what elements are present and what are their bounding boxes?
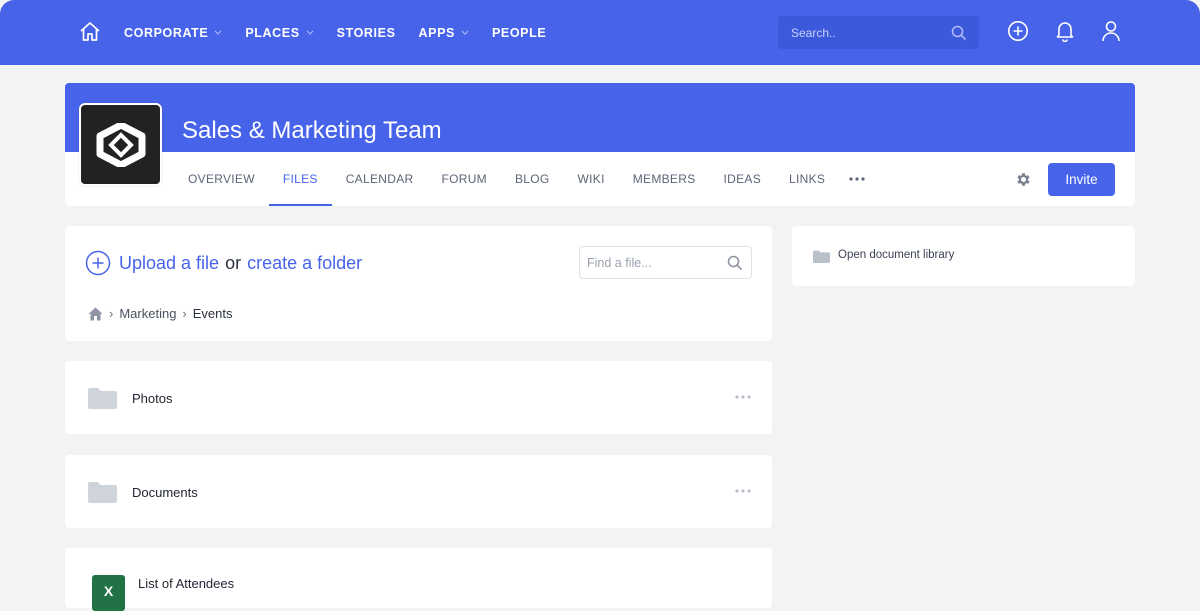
tab-label: OVERVIEW [188,172,255,186]
search-icon[interactable] [727,255,743,271]
excel-file-icon: X [92,575,125,611]
tab-label: WIKI [577,172,605,186]
or-text: or [225,252,242,273]
team-logo[interactable] [79,103,162,186]
tab-blog[interactable]: BLOG [501,152,564,206]
tab-wiki[interactable]: WIKI [564,152,619,206]
library-link-label[interactable]: Open document library [838,249,954,261]
chevron-down-icon [461,30,469,35]
tab-label: FILES [282,172,318,186]
bell-icon[interactable] [1055,20,1075,42]
tab-members[interactable]: MEMBERS [619,152,710,206]
more-horizontal-icon[interactable] [731,391,755,403]
tab-forum[interactable]: FORUM [427,152,501,206]
more-horizontal-icon[interactable] [731,485,755,497]
add-circle-icon[interactable] [85,250,111,276]
more-horizontal-icon [849,177,865,181]
tab-calendar[interactable]: CALENDAR [332,152,428,206]
menu-item-apps[interactable]: APPS [419,26,469,40]
logo-icon [96,122,145,167]
tab-files[interactable]: FILES [268,152,332,206]
upload-actions: Upload a file or create a folder [85,250,362,276]
menu-item-label: PLACES [245,25,300,40]
folder-icon [88,387,117,409]
breadcrumb-separator: › [182,306,187,321]
folder-icon [88,481,117,503]
menu-item-label: STORIES [336,25,396,40]
team-title: Sales & Marketing Team [182,117,442,144]
tab-label: CALENDAR [345,172,414,186]
file-name[interactable]: List of Attendees [138,576,234,591]
tab-ideas[interactable]: IDEAS [710,152,776,206]
create-folder-link[interactable]: create a folder [247,253,362,274]
tab-label: LINKS [789,172,826,186]
global-search [778,16,979,49]
menu-item-places[interactable]: PLACES [245,25,314,40]
menu-item-label: CORPORATE [124,25,209,40]
search-icon[interactable] [951,25,967,41]
chevron-down-icon [306,30,314,35]
tabs-more-button[interactable] [839,152,875,206]
breadcrumb-marketing[interactable]: Marketing [119,306,176,321]
open-document-library[interactable]: Open document library [792,226,1135,286]
chevron-down-icon [214,30,222,35]
find-file-input[interactable] [587,255,727,270]
tab-label: FORUM [441,172,487,186]
main-menu: CORPORATE PLACES STORIES APPS PEOPLE [124,0,569,65]
file-row[interactable]: X List of Attendees [65,548,772,611]
tab-label: IDEAS [723,172,762,186]
menu-item-label: APPS [418,25,455,40]
folder-icon [813,250,830,263]
menu-item-label: PEOPLE [491,25,547,40]
tab-label: MEMBERS [632,172,696,186]
search-input[interactable] [791,25,951,40]
breadcrumb-events: Events [192,306,233,321]
team-header: Sales & Marketing Team OVERVIEW FILES CA… [65,83,1135,206]
team-tabs: OVERVIEW FILES CALENDAR FORUM BLOG WIKI … [174,152,875,206]
folder-name[interactable]: Documents [132,485,198,500]
folder-name[interactable]: Photos [132,391,172,406]
menu-item-corporate[interactable]: CORPORATE [124,26,222,40]
top-navigation-bar: CORPORATE PLACES STORIES APPS PEOPLE [0,0,1200,65]
invite-button[interactable]: Invite [1048,163,1115,196]
user-icon[interactable] [1101,20,1121,42]
tab-label: BLOG [514,172,550,186]
tab-overview[interactable]: OVERVIEW [174,152,269,206]
menu-item-stories[interactable]: STORIES [337,26,396,40]
home-icon[interactable] [88,307,103,321]
tab-links[interactable]: LINKS [775,152,839,206]
folder-row[interactable]: Documents [65,455,772,528]
gear-icon[interactable] [1015,171,1032,188]
add-circle-icon[interactable] [1007,20,1029,42]
files-toolbar-card: Upload a file or create a folder › Marke… [65,226,772,341]
menu-item-people[interactable]: PEOPLE [492,26,546,40]
breadcrumb: › Marketing › Events [88,306,233,321]
folder-row[interactable]: Photos [65,361,772,434]
upload-file-link[interactable]: Upload a file [119,253,219,274]
breadcrumb-separator: › [109,306,114,321]
home-icon[interactable] [79,21,101,42]
find-file-box [579,246,752,279]
